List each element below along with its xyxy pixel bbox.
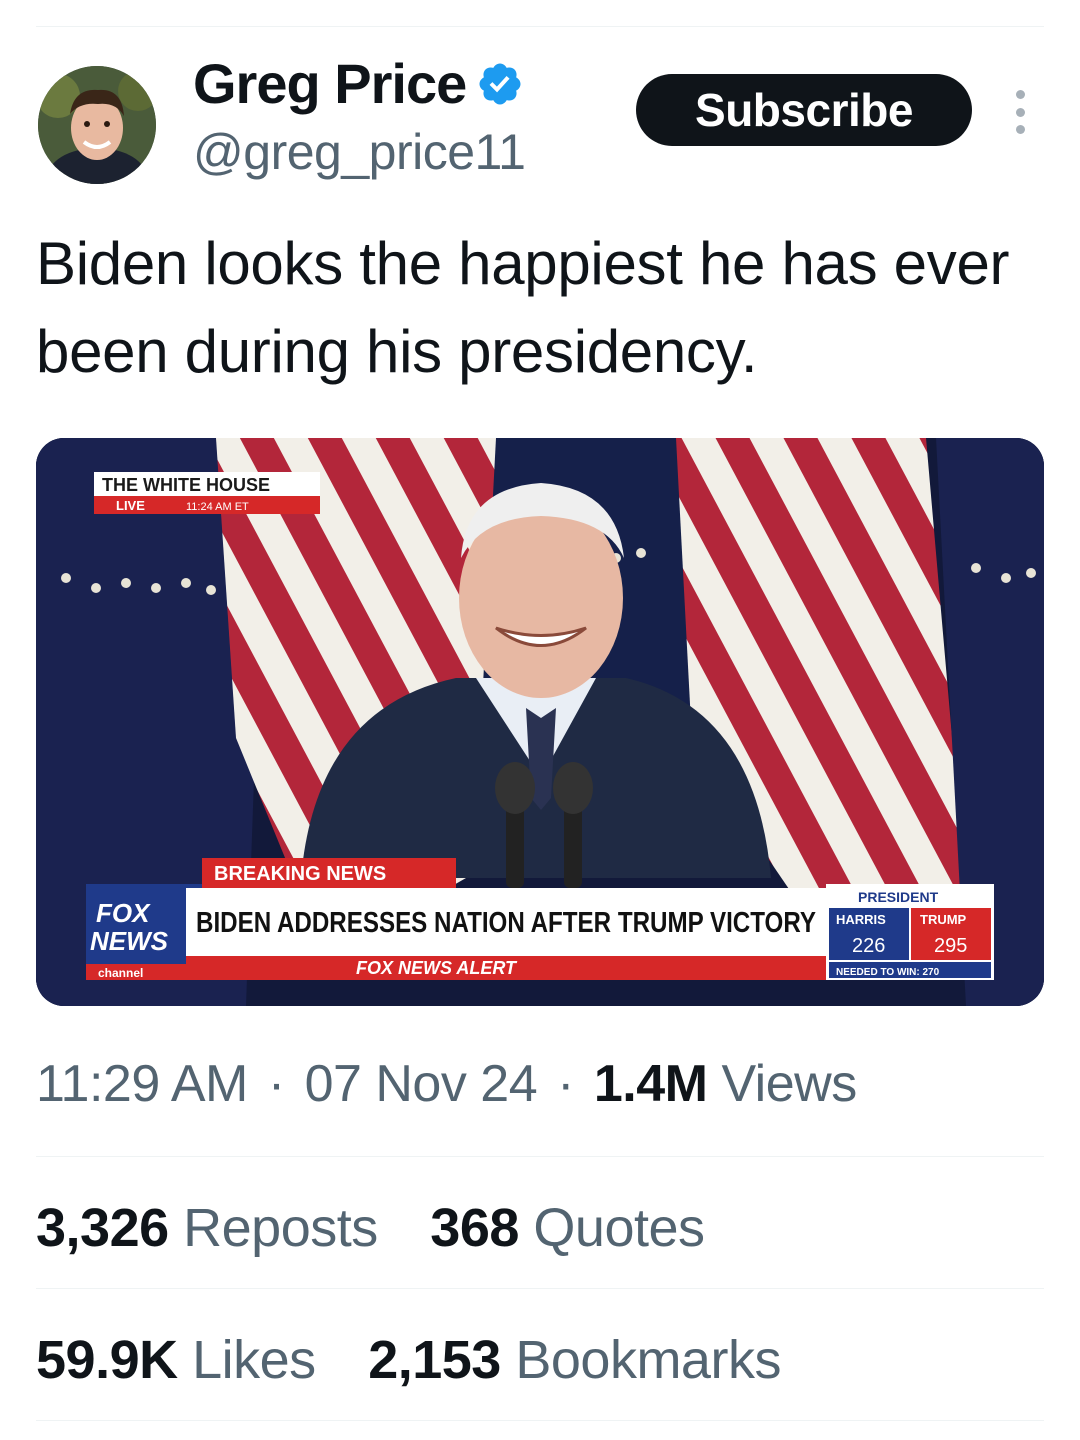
quotes-label: Quotes: [533, 1198, 705, 1258]
meta-separator: ·: [557, 1055, 574, 1113]
tweet-text: Biden looks the happiest he has ever bee…: [36, 230, 1010, 385]
live-label: LIVE: [116, 498, 145, 513]
more-options-icon[interactable]: [1005, 90, 1035, 134]
likes-label: Likes: [192, 1330, 316, 1390]
network-logo-channel: channel: [98, 966, 143, 980]
fox-news-alert-label: FOX NEWS ALERT: [356, 958, 518, 978]
trump-label: TRUMP: [920, 912, 967, 927]
divider: [36, 1420, 1044, 1421]
reposts-stat[interactable]: 3,326 Reposts: [36, 1198, 392, 1258]
engagement-row-reposts-quotes: 3,326 Reposts 368 Quotes: [36, 1196, 743, 1260]
tweet-meta-line: 11:29 AM · 07 Nov 24 · 1.4M Views: [36, 1052, 857, 1116]
avatar-image: [38, 66, 156, 184]
quotes-count: 368: [430, 1198, 519, 1258]
network-logo-news: NEWS: [90, 926, 169, 956]
likes-stat[interactable]: 59.9K Likes: [36, 1330, 330, 1390]
harris-votes: 226: [852, 935, 885, 957]
top-divider: [36, 26, 1044, 27]
subscribe-button[interactable]: Subscribe: [636, 74, 972, 146]
author-display-name[interactable]: Greg Price: [193, 52, 467, 116]
news-frame: THE WHITE HOUSE LIVE 11:24 AM ET FOX NEW…: [36, 438, 1044, 1006]
reposts-count: 3,326: [36, 1198, 169, 1258]
verified-badge-icon: [479, 63, 521, 105]
reposts-label: Reposts: [183, 1198, 378, 1258]
quotes-stat[interactable]: 368 Quotes: [430, 1198, 705, 1258]
divider: [36, 1288, 1044, 1289]
network-logo-fox: FOX: [96, 898, 151, 928]
chyron-headline: BIDEN ADDRESSES NATION AFTER TRUMP VICTO…: [196, 907, 816, 939]
tweet-date[interactable]: 07 Nov 24: [305, 1055, 538, 1113]
breaking-news-label: BREAKING NEWS: [214, 863, 386, 885]
bookmarks-label: Bookmarks: [515, 1330, 781, 1390]
more-dot: [1015, 125, 1025, 134]
needed-to-win-label: NEEDED TO WIN: 270: [836, 967, 940, 978]
bookmarks-count: 2,153: [368, 1330, 501, 1390]
likes-count: 59.9K: [36, 1330, 178, 1390]
location-bug-text: THE WHITE HOUSE: [102, 475, 270, 495]
tweet-media-image[interactable]: THE WHITE HOUSE LIVE 11:24 AM ET FOX NEW…: [36, 438, 1044, 1006]
bookmarks-stat[interactable]: 2,153 Bookmarks: [368, 1330, 781, 1390]
engagement-row-likes-bookmarks: 59.9K Likes 2,153 Bookmarks: [36, 1328, 819, 1392]
views-count: 1.4M: [593, 1055, 708, 1113]
divider: [36, 1156, 1044, 1157]
scoreboard-title: PRESIDENT: [858, 889, 939, 905]
more-dot: [1015, 107, 1025, 117]
views-label: Views: [721, 1055, 857, 1113]
more-dot: [1015, 90, 1025, 99]
author-avatar[interactable]: [38, 66, 156, 184]
author-handle[interactable]: @greg_price11: [193, 122, 526, 182]
author-name-row[interactable]: Greg Price: [193, 52, 524, 116]
harris-label: HARRIS: [836, 912, 886, 927]
tweet-time[interactable]: 11:29 AM: [36, 1055, 248, 1113]
trump-votes: 295: [934, 935, 967, 957]
meta-separator: ·: [267, 1055, 285, 1113]
live-time: 11:24 AM ET: [186, 501, 249, 513]
